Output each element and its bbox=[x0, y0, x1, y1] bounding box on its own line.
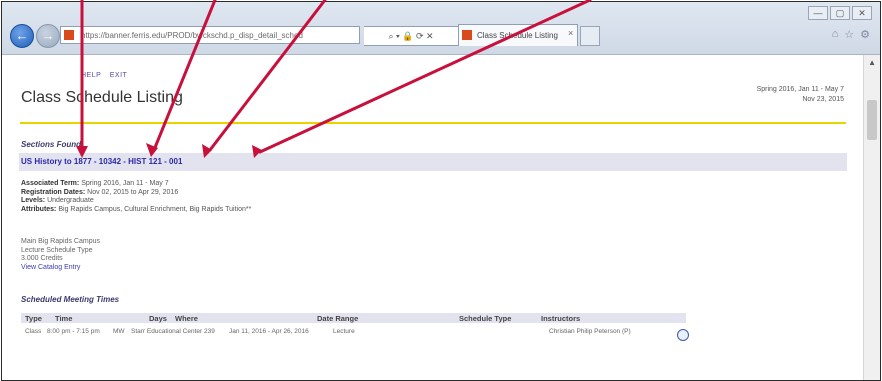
help-exit-links: HELP EXIT bbox=[81, 72, 133, 79]
current-date: Nov 23, 2015 bbox=[802, 96, 844, 103]
address-bar[interactable]: https://banner.ferris.edu/PROD/bwckschd.… bbox=[60, 26, 360, 44]
col-time: Time bbox=[55, 314, 73, 323]
page-title: Class Schedule Listing bbox=[21, 89, 183, 106]
view-catalog-link[interactable]: View Catalog Entry bbox=[21, 264, 100, 273]
site-favicon-icon bbox=[64, 30, 74, 40]
cell-time: 8:00 pm - 7:15 pm bbox=[47, 328, 100, 335]
attributes-row: Attributes: Big Rapids Campus, Cultural … bbox=[21, 205, 252, 213]
credits: 3.000 Credits bbox=[21, 255, 63, 262]
cell-days: MW bbox=[113, 328, 125, 335]
window-controls: — ▢ ✕ bbox=[808, 6, 872, 20]
address-bar-tools[interactable]: ⌕ ▾ 🔒 ⟳ ✕ bbox=[364, 26, 459, 46]
email-contact-icon[interactable] bbox=[677, 329, 689, 341]
col-instructors: Instructors bbox=[541, 314, 581, 323]
forward-arrow-icon[interactable]: → bbox=[36, 24, 60, 48]
browser-window: — ▢ ✕ ← → https://banner.ferris.edu/PROD… bbox=[1, 1, 881, 381]
scrollbar-thumb[interactable] bbox=[867, 100, 877, 140]
meeting-table-header: Type Time Days Where Date Range Schedule… bbox=[21, 313, 686, 323]
cell-where: Starr Educational Center 239 bbox=[131, 328, 215, 335]
browser-toolbar-icons: ⌂ ☆ ⚙ bbox=[832, 28, 870, 41]
new-tab-button[interactable] bbox=[580, 26, 600, 46]
meeting-times-heading: Scheduled Meeting Times bbox=[21, 295, 120, 304]
navigation-buttons: ← → bbox=[10, 24, 60, 48]
close-window-button[interactable]: ✕ bbox=[852, 6, 872, 20]
maximize-button[interactable]: ▢ bbox=[830, 6, 850, 20]
home-icon[interactable]: ⌂ bbox=[832, 28, 839, 41]
cell-type: Class bbox=[25, 328, 42, 335]
cell-date-range: Jan 11, 2016 - Apr 26, 2016 bbox=[229, 328, 309, 335]
minimize-button[interactable]: — bbox=[808, 6, 828, 20]
registration-dates-row: Registration Dates: Nov 02, 2015 to Apr … bbox=[21, 188, 179, 196]
table-row: Class 8:00 pm - 7:15 pm MW Starr Educati… bbox=[21, 327, 686, 339]
tab-class-schedule[interactable]: Class Schedule Listing bbox=[458, 24, 578, 46]
section-details: Associated Term: Spring 2016, Jan 11 - M… bbox=[21, 180, 251, 214]
browser-chrome: — ▢ ✕ ← → https://banner.ferris.edu/PROD… bbox=[2, 2, 880, 55]
scroll-up-arrow-icon[interactable]: ▲ bbox=[868, 58, 876, 67]
tab-favicon-icon bbox=[462, 30, 472, 40]
schedule-type: Lecture Schedule Type bbox=[21, 246, 93, 254]
col-schedule-type: Schedule Type bbox=[459, 314, 512, 323]
section-link[interactable]: US History to 1877 - 10342 - HIST 121 - … bbox=[21, 157, 182, 166]
term-and-date: Spring 2016, Jan 11 - May 7 Nov 23, 2015 bbox=[757, 85, 844, 105]
term-range: Spring 2016, Jan 11 - May 7 bbox=[756, 86, 844, 93]
levels-row: Levels: Undergraduate bbox=[21, 197, 94, 204]
favorites-star-icon[interactable]: ☆ bbox=[844, 28, 854, 41]
col-days: Days bbox=[149, 314, 167, 323]
tab-close-icon[interactable]: × bbox=[568, 28, 573, 38]
sections-found-heading: Sections Found bbox=[21, 140, 81, 149]
settings-gear-icon[interactable]: ⚙ bbox=[860, 28, 870, 41]
header-divider bbox=[20, 122, 846, 124]
cell-schedule-type: Lecture bbox=[333, 328, 355, 335]
campus-name: Main Big Rapids Campus bbox=[21, 238, 100, 245]
col-where: Where bbox=[175, 314, 198, 323]
exit-link[interactable]: EXIT bbox=[110, 72, 128, 79]
associated-term-row: Associated Term: Spring 2016, Jan 11 - M… bbox=[21, 180, 169, 187]
col-date-range: Date Range bbox=[317, 314, 359, 323]
campus-info: Main Big Rapids Campus Lecture Schedule … bbox=[21, 238, 100, 272]
help-link[interactable]: HELP bbox=[81, 72, 101, 79]
cell-instructor: Christian Philip Peterson (P) bbox=[549, 328, 631, 335]
back-arrow-icon[interactable]: ← bbox=[10, 24, 34, 48]
col-type: Type bbox=[25, 314, 42, 323]
